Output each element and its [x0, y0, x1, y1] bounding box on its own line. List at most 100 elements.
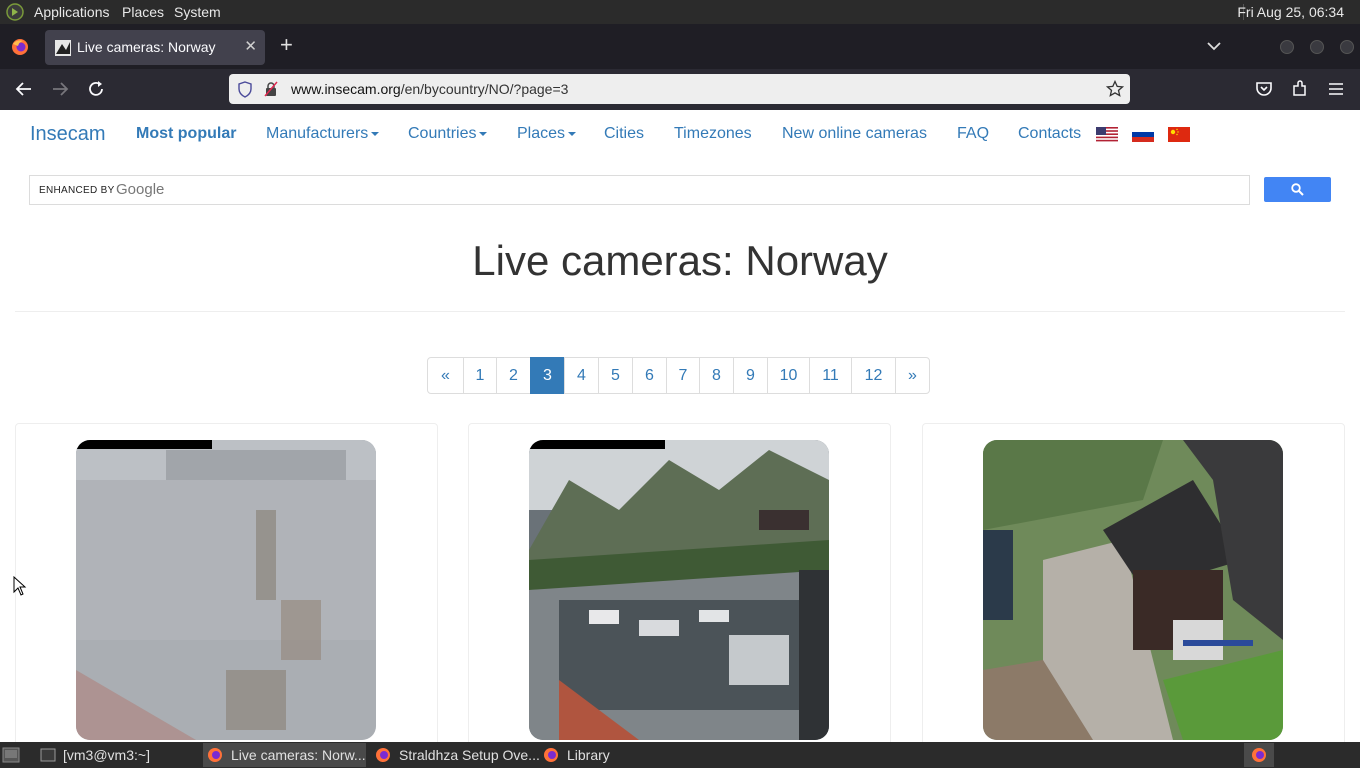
nav-countries-label: Countries: [408, 125, 477, 142]
pagination-page-8[interactable]: 8: [699, 357, 734, 394]
nav-manufacturers-label: Manufacturers: [266, 125, 369, 142]
url-text[interactable]: www.insecam.org/en/bycountry/NO/?page=3: [291, 81, 568, 97]
camera-thumbnail[interactable]: [983, 440, 1283, 740]
firefox-icon: [544, 748, 558, 762]
pagination-page-4[interactable]: 4: [564, 357, 599, 394]
pagination-page-2[interactable]: 2: [496, 357, 531, 394]
taskbar-item-library[interactable]: Library: [539, 743, 659, 767]
pagination-page-6[interactable]: 6: [632, 357, 667, 394]
address-bar[interactable]: www.insecam.org/en/bycountry/NO/?page=3: [229, 74, 1130, 104]
shield-icon[interactable]: [237, 81, 253, 98]
mouse-cursor-icon: [13, 576, 27, 596]
firefox-icon: [208, 748, 222, 762]
navigation-toolbar: www.insecam.org/en/bycountry/NO/?page=3: [0, 69, 1360, 110]
timestamp-overlay: [76, 440, 212, 449]
distro-logo-icon[interactable]: [6, 3, 24, 21]
nav-contacts[interactable]: Contacts: [1018, 125, 1081, 143]
nav-places-label: Places: [517, 125, 566, 142]
page-title: Live cameras: Norway: [472, 237, 888, 284]
new-tab-icon[interactable]: +: [280, 34, 293, 56]
page-content: Insecam Most popular Manufacturers Count…: [0, 110, 1360, 742]
hamburger-menu-icon[interactable]: [1326, 79, 1346, 99]
firefox-icon: [376, 748, 390, 762]
taskbar-terminal-label: [vm3@vm3:~]: [63, 747, 150, 763]
tab-live-cameras[interactable]: Live cameras: Norway ✕: [45, 30, 265, 65]
caret-down-icon: [371, 131, 380, 136]
camera-image-rainy-square: [76, 440, 376, 740]
minimize-window-button[interactable]: [1280, 40, 1294, 54]
workspace-switcher[interactable]: [1244, 743, 1274, 767]
pagination-page-3-current[interactable]: 3: [530, 357, 565, 394]
russia-flag-icon[interactable]: [1132, 127, 1154, 142]
clock[interactable]: Fri Aug 25, 06:34: [1237, 4, 1344, 20]
nav-countries[interactable]: Countries: [408, 125, 488, 143]
timestamp-overlay: [529, 440, 665, 449]
terminal-icon: [40, 748, 56, 762]
google-search-input[interactable]: ENHANCED BY Google: [29, 175, 1250, 205]
nav-most-popular[interactable]: Most popular: [136, 125, 236, 143]
back-icon[interactable]: [14, 79, 34, 99]
firefox-icon: [1252, 748, 1266, 762]
insecure-lock-icon[interactable]: [264, 81, 278, 97]
nav-timezones[interactable]: Timezones: [674, 125, 752, 143]
china-flag-icon[interactable]: [1168, 127, 1190, 142]
url-path: /en/bycountry/NO/?page=3: [400, 81, 569, 97]
tab-title: Live cameras: Norway: [77, 39, 216, 55]
caret-down-icon: [479, 131, 488, 136]
site-navbar: Insecam Most popular Manufacturers Count…: [0, 110, 1360, 158]
bookmark-star-icon[interactable]: [1106, 80, 1124, 98]
tab-strip: Live cameras: Norway ✕ +: [0, 24, 1360, 69]
url-domain: www.insecam.org: [291, 81, 401, 97]
top-panel: Applications Places System Fri Aug 25, 0…: [0, 0, 1360, 24]
nav-cities[interactable]: Cities: [604, 125, 644, 143]
taskbar-item-terminal[interactable]: [vm3@vm3:~]: [36, 743, 198, 767]
pagination-page-10[interactable]: 10: [767, 357, 810, 394]
search-button[interactable]: [1264, 177, 1331, 202]
chevron-down-icon[interactable]: [1206, 38, 1222, 54]
pagination-page-9[interactable]: 9: [733, 357, 768, 394]
taskbar-item-straldhza[interactable]: Straldhza Setup Ove...: [371, 743, 540, 767]
google-logo: Google: [116, 181, 165, 198]
nav-places[interactable]: Places: [517, 125, 577, 143]
us-flag-icon[interactable]: [1096, 127, 1118, 142]
search-icon: [1291, 183, 1304, 196]
close-tab-icon[interactable]: ✕: [244, 37, 257, 55]
taskbar-library-label: Library: [567, 747, 610, 763]
show-desktop-icon[interactable]: [2, 747, 20, 763]
camera-card: [15, 423, 438, 742]
firefox-view-icon[interactable]: [11, 38, 29, 56]
pocket-icon[interactable]: [1254, 79, 1274, 99]
extensions-icon[interactable]: [1290, 79, 1310, 99]
system-menu[interactable]: System: [174, 4, 221, 20]
site-brand[interactable]: Insecam: [30, 123, 106, 146]
camera-thumbnail[interactable]: [529, 440, 829, 740]
nav-new-online-cameras[interactable]: New online cameras: [782, 125, 927, 143]
enhanced-by-label: ENHANCED BY: [39, 185, 115, 196]
maximize-window-button[interactable]: [1310, 40, 1324, 54]
divider: [15, 311, 1345, 312]
reload-icon[interactable]: [86, 79, 106, 99]
caret-down-icon: [568, 131, 577, 136]
camera-card: [922, 423, 1345, 742]
pagination-page-12[interactable]: 12: [851, 357, 896, 394]
camera-image-harbor: [529, 440, 829, 740]
pagination-page-5[interactable]: 5: [598, 357, 633, 394]
camera-thumbnail[interactable]: [76, 440, 376, 740]
pagination-prev[interactable]: «: [427, 357, 464, 394]
close-window-button[interactable]: [1340, 40, 1354, 54]
pagination-page-1[interactable]: 1: [463, 357, 497, 394]
pagination-page-7[interactable]: 7: [666, 357, 700, 394]
applications-menu[interactable]: Applications: [34, 4, 110, 20]
taskbar-firefox-active-label: Live cameras: Norw...: [231, 747, 366, 763]
pagination-next[interactable]: »: [895, 357, 930, 394]
nav-manufacturers[interactable]: Manufacturers: [266, 125, 380, 143]
places-menu[interactable]: Places: [122, 4, 164, 20]
camera-card: [468, 423, 891, 742]
pagination: « 1 2 3 4 5 6 7 8 9 10 11 12 »: [427, 357, 930, 394]
forward-icon[interactable]: [50, 79, 70, 99]
taskbar-item-firefox-insecam[interactable]: Live cameras: Norw...: [203, 743, 366, 767]
taskbar-straldhza-label: Straldhza Setup Ove...: [399, 747, 540, 763]
camera-image-cabins: [983, 440, 1283, 740]
nav-faq[interactable]: FAQ: [957, 125, 989, 143]
pagination-page-11[interactable]: 11: [809, 357, 852, 394]
